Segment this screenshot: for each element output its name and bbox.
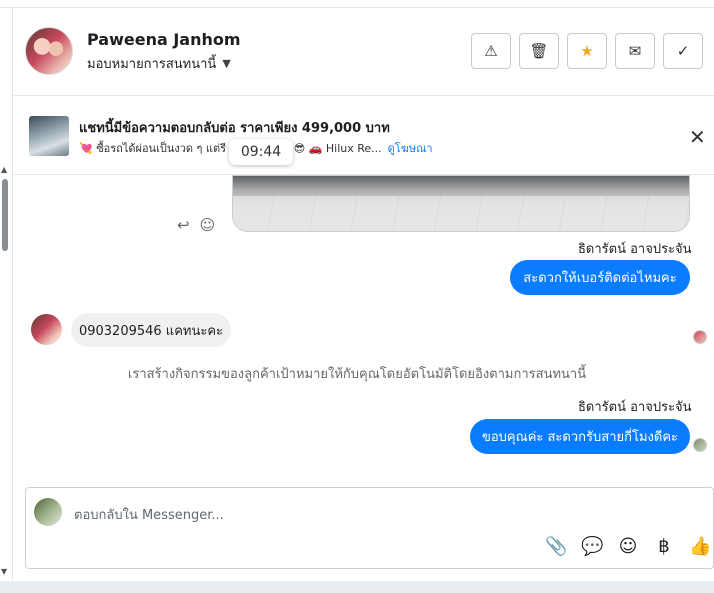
- view-ad-link[interactable]: ดูโฆษณา: [388, 142, 433, 155]
- delete-button[interactable]: 🗑: [519, 33, 559, 69]
- star-button[interactable]: ★: [567, 33, 607, 69]
- reply-input[interactable]: ตอบกลับใน Messenger...: [74, 504, 224, 525]
- scrollbar-thumb[interactable]: [2, 179, 8, 251]
- conversation-header: Paweena Janhom มอบหมายการสนทนานี้ ▼ ⚠ 🗑 …: [13, 8, 714, 96]
- assign-label: มอบหมายการสนทนานี้: [87, 57, 217, 72]
- ad-title: แชทนี้มีข้อความตอบกลับต่อ ราคาเพียง 499,…: [79, 121, 390, 136]
- paperclip-icon[interactable]: 📎: [545, 536, 567, 557]
- outgoing-message[interactable]: ขอบคุณค่ะ สะดวกรับสายกี่โมงดีคะ: [470, 419, 690, 454]
- ad-thumbnail[interactable]: [29, 116, 69, 156]
- thumbs-up-icon[interactable]: 👍: [689, 536, 711, 557]
- timestamp-badge: 09:44: [229, 139, 293, 165]
- seen-avatar: [693, 330, 707, 344]
- reply-icon[interactable]: ↩: [177, 216, 190, 234]
- system-message: เราสร้างกิจกรรมของลูกค้าเป้าหมายให้กับคุ…: [127, 367, 587, 382]
- message-actions: ↩ ☺: [177, 216, 215, 234]
- chat-bubble-icon[interactable]: 💬: [581, 536, 603, 557]
- contact-avatar-small[interactable]: [31, 314, 62, 345]
- composer-toolbar: 📎 💬 ☺ ฿ 👍: [545, 536, 711, 557]
- trash-icon: 🗑: [529, 42, 549, 60]
- caret-down-icon: ▼: [222, 57, 231, 70]
- my-avatar: [34, 498, 62, 526]
- scroll-up-icon[interactable]: ▲: [1, 165, 7, 174]
- baht-icon[interactable]: ฿: [653, 536, 675, 557]
- scroll-down-icon[interactable]: ▼: [1, 567, 7, 576]
- mark-done-button[interactable]: ✓: [663, 33, 703, 69]
- incoming-message[interactable]: 0903209546 แคทนะคะ: [71, 313, 231, 347]
- outgoing-message[interactable]: สะดวกให้เบอร์ติดต่อไหมคะ: [510, 260, 690, 295]
- image-content: [233, 196, 689, 231]
- reply-composer[interactable]: ตอบกลับใน Messenger... 📎 💬 ☺ ฿ 👍: [25, 487, 714, 569]
- header-actions: ⚠ 🗑 ★ ✉ ✓: [471, 33, 703, 69]
- image-message[interactable]: [232, 175, 690, 232]
- emoji-icon[interactable]: ☺: [617, 536, 639, 557]
- report-button[interactable]: ⚠: [471, 33, 511, 69]
- sender-name: ธิดารัตน์ อาจประจัน: [578, 242, 692, 257]
- warning-icon: ⚠: [484, 42, 498, 60]
- check-icon: ✓: [676, 42, 690, 60]
- mark-unread-button[interactable]: ✉: [615, 33, 655, 69]
- contact-name[interactable]: Paweena Janhom: [87, 30, 241, 49]
- assign-conversation-dropdown[interactable]: มอบหมายการสนทนานี้ ▼: [87, 53, 231, 74]
- contact-avatar[interactable]: [25, 27, 73, 75]
- star-icon: ★: [580, 42, 594, 60]
- footer-strip: [0, 581, 714, 593]
- seen-avatar: [693, 438, 707, 452]
- emoji-react-icon[interactable]: ☺: [200, 216, 216, 234]
- sender-name: ธิดารัตน์ อาจประจัน: [578, 400, 692, 415]
- ad-banner: แชทนี้มีข้อความตอบกลับต่อ ราคาเพียง 499,…: [13, 97, 714, 175]
- close-icon[interactable]: ✕: [689, 125, 706, 149]
- envelope-icon: ✉: [628, 42, 642, 60]
